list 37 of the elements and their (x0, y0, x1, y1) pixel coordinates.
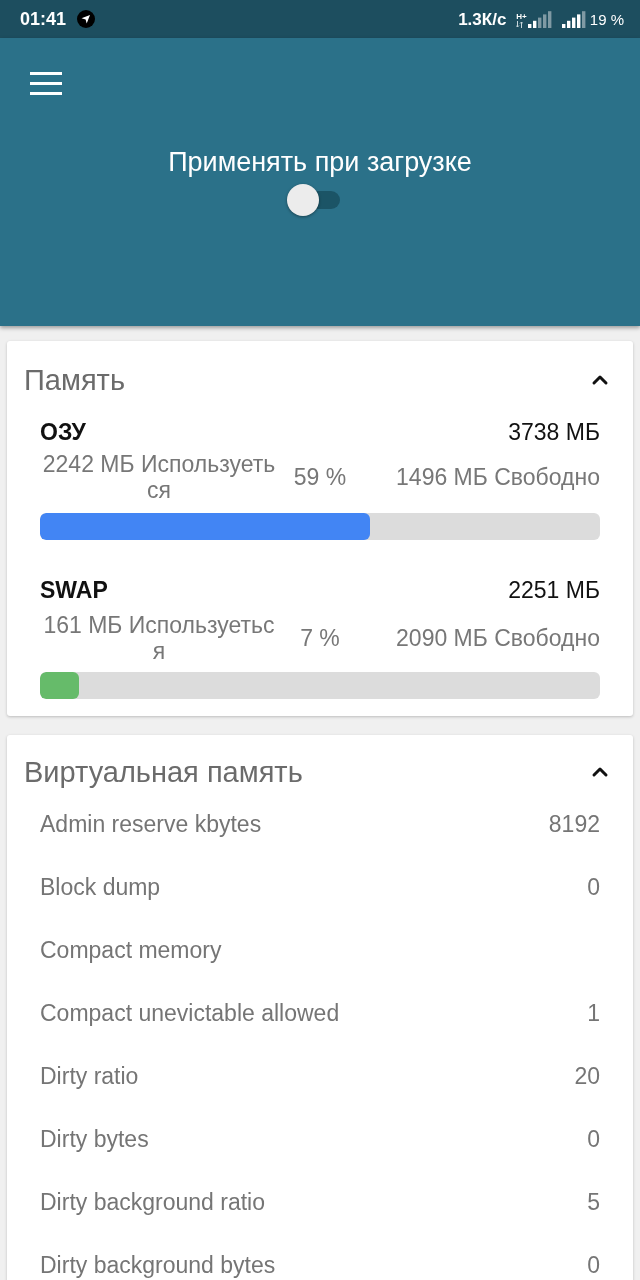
setting-value: 8192 (548, 810, 600, 837)
meter-total: 2251 МБ (508, 577, 600, 603)
network-type-text: H+ (516, 11, 527, 21)
data-arrows-icon (516, 20, 524, 28)
setting-value: 1 (587, 999, 600, 1026)
setting-label: Dirty ratio (40, 1062, 139, 1089)
setting-label: Admin reserve kbytes (40, 810, 262, 837)
setting-label: Compact memory (40, 936, 222, 963)
network-speed-text: 1.3К/с (458, 10, 507, 28)
card-title: Память (24, 363, 125, 397)
toggle-switch[interactable] (287, 184, 340, 216)
setting-value: 0 (587, 1125, 600, 1152)
setting-value: 0 (587, 1251, 600, 1278)
setting-label: Block dump (40, 873, 161, 900)
header-title: Применять при загрузке (168, 146, 472, 178)
used-amount-text: 2242 МБ Используеться (41, 451, 277, 503)
setting-value: 20 (574, 1062, 600, 1089)
setting-value: 0 (587, 873, 600, 900)
cell-signal-icon (561, 10, 586, 28)
meter-name: SWAP (40, 577, 108, 603)
setting-label: Dirty background bytes (40, 1251, 276, 1278)
clock-text: 01:41 (20, 10, 67, 28)
setting-label: Dirty bytes (40, 1125, 149, 1152)
card-title: Виртуальная память (24, 755, 303, 789)
setting-label: Compact unevictable allowed (40, 999, 340, 1026)
free-amount-text: 1496 МБ Свободно (396, 464, 600, 490)
mobile-signal-icon (527, 10, 552, 28)
meter-name: ОЗУ (40, 419, 86, 445)
setting-value: 5 (587, 1188, 600, 1215)
menu-icon[interactable] (30, 72, 62, 95)
percent-text: 59 % (293, 464, 347, 490)
free-amount-text: 2090 МБ Свободно (396, 625, 600, 651)
used-amount-text: 161 МБ Используеться (42, 612, 276, 664)
percent-text: 7 % (300, 625, 340, 651)
setting-label: Dirty background ratio (40, 1188, 265, 1215)
battery-percent-text: 19 % (589, 11, 624, 27)
meter-total: 3738 МБ (508, 419, 600, 445)
